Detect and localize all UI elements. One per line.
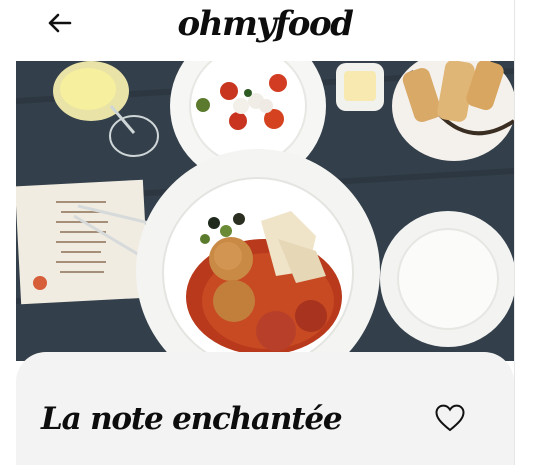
brand-logo[interactable]: ohmyfood bbox=[150, 2, 380, 46]
app-header: ohmyfood bbox=[0, 0, 514, 50]
back-button[interactable] bbox=[42, 8, 76, 38]
heart-outline-icon bbox=[435, 404, 465, 432]
restaurant-name: La note enchantée bbox=[41, 401, 343, 437]
favorite-button[interactable] bbox=[431, 400, 469, 436]
page-edge-divider bbox=[514, 0, 515, 465]
restaurant-hero-image bbox=[16, 61, 514, 361]
arrow-left-icon bbox=[48, 13, 72, 33]
restaurant-info-card: La note enchantée bbox=[16, 352, 514, 465]
